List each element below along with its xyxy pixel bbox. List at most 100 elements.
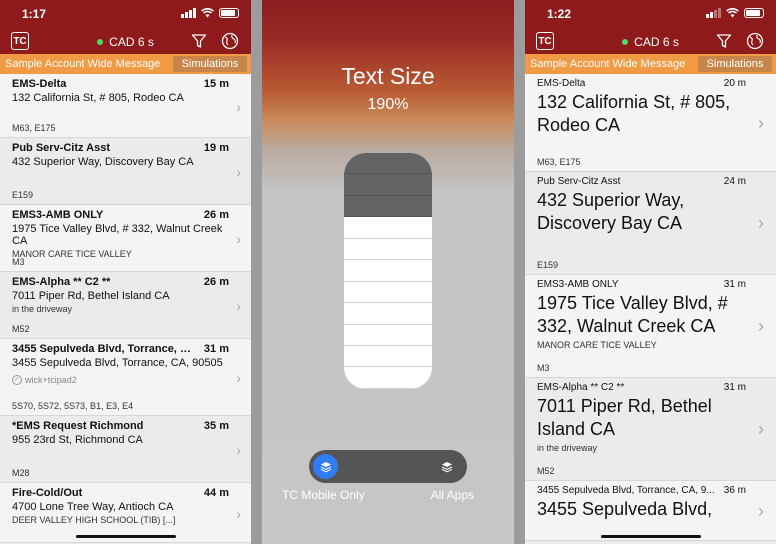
check-circle-icon: ✓ [12,375,22,385]
incident-age: 36 m [723,485,746,496]
assigned-user: ✓ wick+tcipad2 [12,375,223,385]
tc-mobile-only-option[interactable] [313,454,338,479]
slider-segment-filled[interactable] [344,174,432,196]
incident-address: 7011 Piper Rd, Bethel Island CA [12,290,170,302]
incident-row[interactable]: 3455 Sepulveda Blvd, Torrance, CA, 9... 3… [525,481,776,541]
scope-toggle[interactable] [309,450,467,483]
incident-row[interactable]: Pub Serv-Citz Asst 19 m 432 Superior Way, … [0,138,251,205]
incident-type: Pub Serv-Citz Asst [12,142,111,154]
all-apps-option[interactable] [434,454,459,479]
incident-type: EMS-Delta [537,78,586,89]
right-screen: 1:22 TC CAD 6 s Sample Account Wide Mess… [525,0,776,544]
incident-units: E159 [537,260,559,270]
simulations-button[interactable]: Simulations [173,56,247,72]
filter-icon[interactable] [716,33,732,49]
incident-age: 35 m [203,420,229,432]
slider-segment[interactable] [344,281,432,304]
incident-address: 1975 Tice Valley Blvd, # 332, Walnut Cre… [12,223,223,247]
incident-units: 5S70, 5S72, 5S73, B1, E3, E4 [12,401,134,411]
chevron-right-icon: › [236,505,241,522]
slider-segment[interactable] [344,324,432,346]
simulations-button[interactable]: Simulations [698,56,772,72]
incident-address: 1975 Tice Valley Blvd, # 332, Walnut Cre… [537,293,728,336]
incident-units: M52 [537,466,555,476]
text-size-title: Text Size [341,63,435,89]
incident-units: M3 [537,363,550,373]
battery-icon [219,8,239,18]
incident-age: 26 m [203,209,229,221]
incident-address: 4700 Lone Tree Way, Antioch CA [12,501,174,513]
incident-type: Fire-Cold/Out [12,487,83,499]
incident-row[interactable]: EMS-Delta 20 m 132 California St, # 805, R… [525,74,776,172]
layers-icon [441,461,452,472]
incident-age: 31 m [723,279,746,290]
incident-type: 3455 Sepulveda Blvd, Torrance, CA, 90... [12,343,223,355]
chevron-right-icon: › [758,316,764,336]
battery-icon [744,8,764,18]
incident-row[interactable]: EMS-Alpha ** C2 ** 31 m 7011 Piper Rd, Bet… [525,378,776,481]
incident-note: DEER VALLEY HIGH SCHOOL (TIB) [...] [12,515,176,525]
chevron-right-icon: › [758,112,764,133]
incident-row[interactable]: EMS-Delta 15 m 132 California St, # 805, R… [0,74,251,138]
home-indicator[interactable] [75,535,176,538]
account-message: Sample Account Wide Message [530,58,686,70]
slider-segment[interactable] [344,260,432,282]
incident-units: M28 [12,468,30,478]
incident-age: 15 m [203,78,229,90]
incident-row[interactable]: EMS3-AMB ONLY 31 m 1975 Tice Valley Blvd, … [525,275,776,378]
incident-row[interactable]: Fire-Cold/Out 44 m 4700 Lone Tree Way, Ant… [0,483,251,543]
incident-age: 31 m [203,343,229,355]
incident-type: EMS-Alpha ** C2 ** [12,276,111,288]
left-screen: 1:17 TC CAD 6 s Sample Account Wide Mess… [0,0,251,544]
incident-row[interactable]: 3455 Sepulveda Blvd, Torrance, CA, 90...… [0,339,251,416]
globe-icon[interactable] [746,32,764,50]
incident-note: MANOR CARE TICE VALLEY [12,249,132,259]
incident-type: EMS-Delta [12,78,67,90]
chevron-right-icon: › [236,370,241,386]
incident-units: M52 [12,324,30,334]
globe-icon[interactable] [221,32,239,50]
incident-address: 132 California St, # 805, Rodeo CA [12,92,184,104]
connection-dot-icon [97,39,104,45]
chevron-right-icon: › [236,231,241,247]
incident-age: 20 m [723,78,746,89]
incident-row[interactable]: EMS-Alpha ** C2 ** 26 m 7011 Piper Rd, Bet… [0,272,251,339]
incident-note: MANOR CARE TICE VALLEY [537,340,657,350]
cad-label: CAD 6 s [634,35,679,49]
slider-segment[interactable] [344,303,432,325]
home-indicator[interactable] [600,535,701,538]
cad-status: CAD 6 s [525,35,776,49]
account-message: Sample Account Wide Message [5,58,161,70]
incident-address: 7011 Piper Rd, Bethel Island CA [537,396,712,439]
incident-type: 3455 Sepulveda Blvd, Torrance, CA, 9... [537,485,715,496]
chevron-right-icon: › [758,419,764,439]
status-time: 1:17 [22,7,47,21]
slider-segment[interactable] [344,345,432,368]
wifi-icon [726,8,739,18]
cad-status: CAD 6 s [0,35,251,49]
slider-segment-filled[interactable] [344,195,432,218]
incident-row[interactable]: *EMS Request Richmond 35 m 955 23rd St, Ri… [0,416,251,483]
all-apps-label[interactable]: All Apps [431,488,474,502]
signal-icon [181,8,196,18]
incident-list: EMS-Delta 15 m 132 California St, # 805, R… [0,74,251,543]
nav-bar: TC CAD 6 s [525,28,776,54]
incident-type: EMS3-AMB ONLY [12,209,104,221]
slider-segment[interactable] [344,367,432,389]
incident-row[interactable]: Pub Serv-Citz Asst 24 m 432 Superior Way, … [525,172,776,275]
incident-age: 24 m [723,176,746,187]
incident-address: 432 Superior Way, Discovery Bay CA [537,190,685,233]
filter-icon[interactable] [191,33,207,49]
slider-segment[interactable] [344,217,432,239]
incident-type: *EMS Request Richmond [12,420,144,432]
incident-row[interactable]: EMS3-AMB ONLY 26 m 1975 Tice Valley Blvd, … [0,205,251,272]
text-size-slider[interactable] [344,153,432,389]
incident-note: in the driveway [537,443,598,453]
tc-mobile-only-label[interactable]: TC Mobile Only [282,488,365,502]
signal-icon [706,8,721,18]
slider-segment[interactable] [344,238,432,261]
slider-segment-filled[interactable] [344,153,432,175]
chevron-right-icon: › [236,442,241,458]
incident-age: 31 m [723,382,746,393]
incident-units: M63, E175 [12,123,56,133]
